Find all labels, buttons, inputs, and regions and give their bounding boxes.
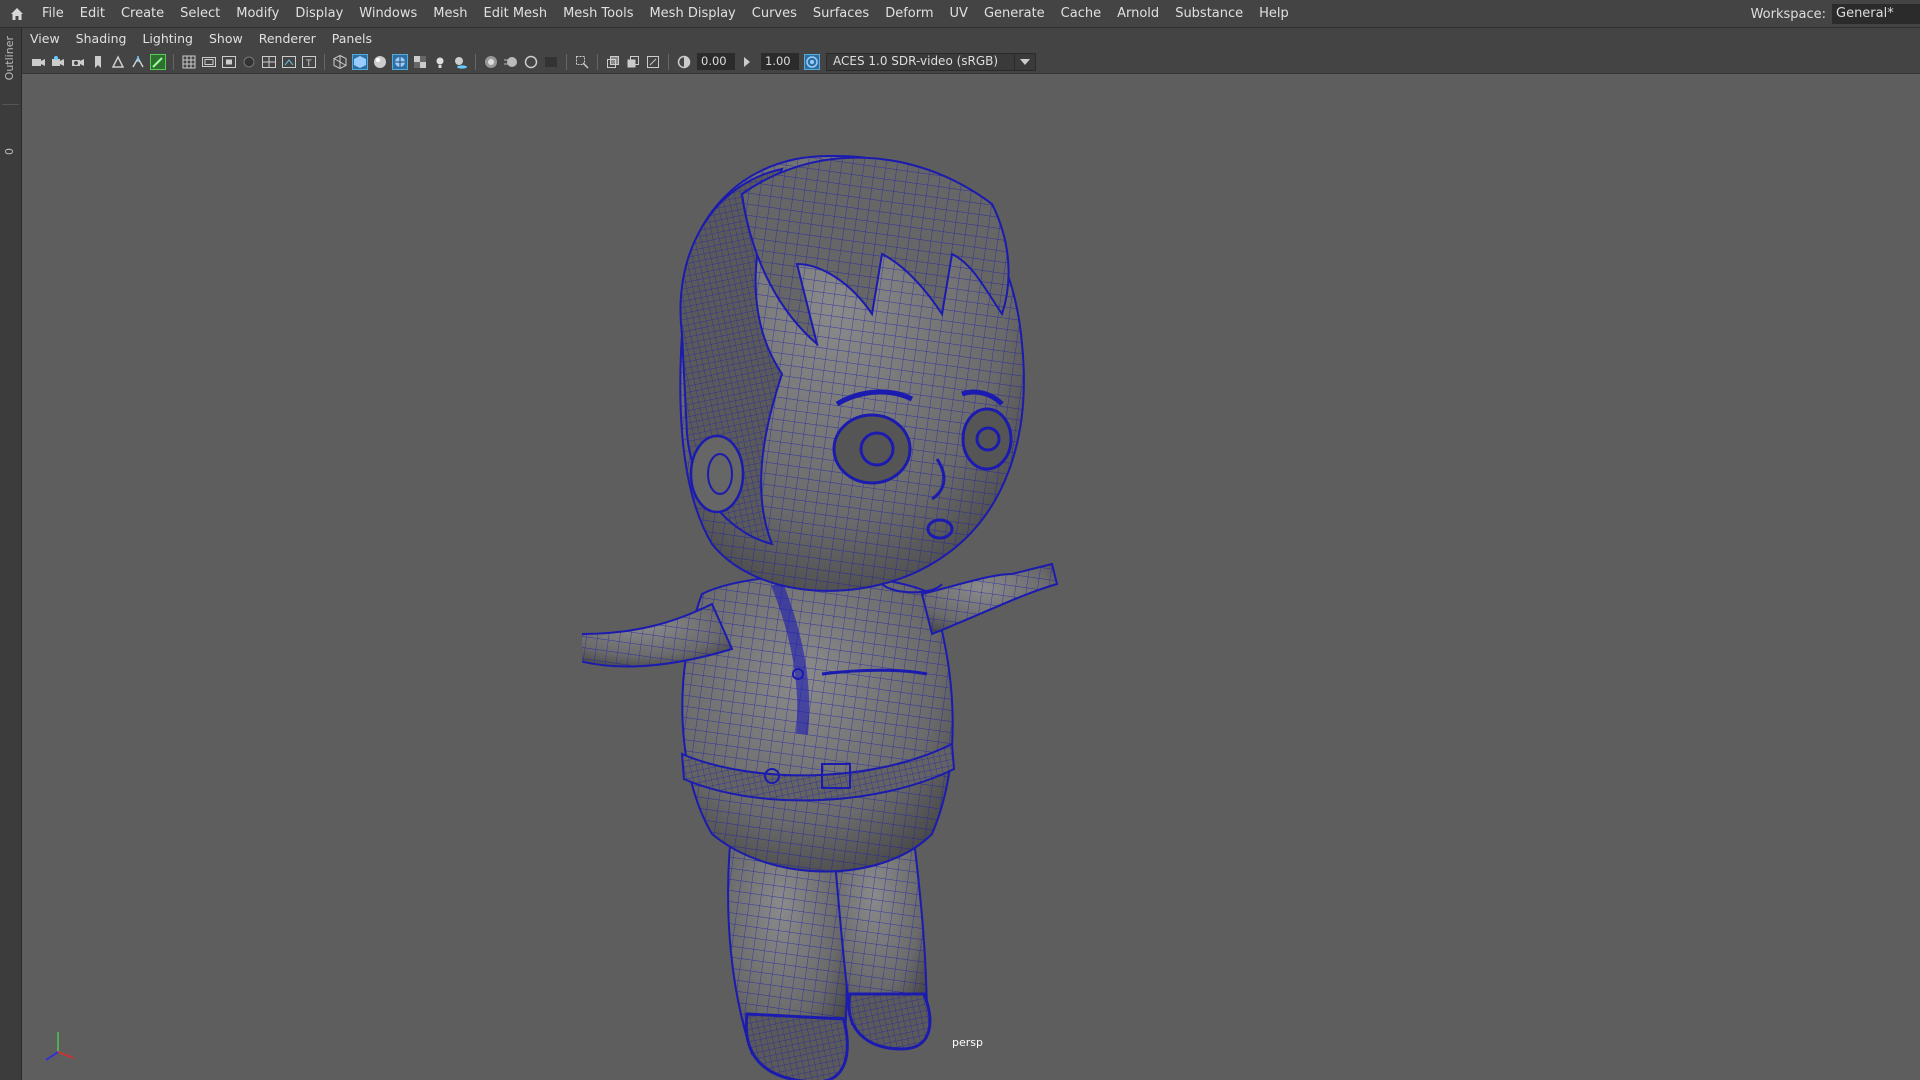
panel-menu-show[interactable]: Show [201, 28, 251, 50]
view-axis-icon [45, 1032, 75, 1061]
menu-surfaces[interactable]: Surfaces [805, 0, 877, 28]
home-icon [11, 7, 23, 20]
isolate-select-icon[interactable] [574, 54, 590, 70]
menu-create[interactable]: Create [113, 0, 172, 28]
toolbar-separator [173, 53, 174, 70]
perspective-viewport[interactable]: persp [22, 74, 1920, 1080]
gamma-icon[interactable] [740, 54, 756, 70]
menu-curves[interactable]: Curves [744, 0, 805, 28]
camera-icon[interactable] [30, 54, 46, 70]
svg-text:T: T [305, 59, 312, 69]
menu-uv[interactable]: UV [942, 0, 976, 28]
color-management-icon[interactable] [804, 53, 820, 70]
outliner-tab[interactable]: Outliner [3, 36, 16, 80]
toolbar-separator [597, 53, 598, 70]
outliner-strip: Outliner 0 [0, 28, 22, 1080]
depth-of-field-icon[interactable] [543, 54, 559, 70]
gate-mask-icon[interactable] [241, 54, 257, 70]
panel-menu-view[interactable]: View [22, 28, 68, 50]
menu-file[interactable]: File [34, 0, 72, 28]
menu-display[interactable]: Display [287, 0, 351, 28]
color-space-value: ACES 1.0 SDR-video (sRGB) [833, 54, 999, 68]
menu-help[interactable]: Help [1251, 0, 1297, 28]
chevron-down-icon [1014, 53, 1035, 70]
menu-arnold[interactable]: Arnold [1109, 0, 1167, 28]
exposure-icon[interactable] [676, 54, 692, 70]
workspace-dropdown[interactable]: General* [1832, 4, 1920, 24]
main-menu-bar: File Edit Create Select Modify Display W… [0, 0, 1920, 28]
menu-substance[interactable]: Substance [1167, 0, 1251, 28]
menu-mesh-tools[interactable]: Mesh Tools [555, 0, 641, 28]
ambient-occlusion-icon[interactable] [483, 54, 499, 70]
resolution-gate-icon[interactable] [221, 54, 237, 70]
menu-mesh[interactable]: Mesh [425, 0, 475, 28]
panel-menu-shading[interactable]: Shading [68, 28, 135, 50]
motion-blur-icon[interactable] [503, 54, 519, 70]
character-wireframe-model[interactable] [582, 114, 1242, 1080]
workspace-label: Workspace: [1750, 6, 1826, 22]
safe-action-icon[interactable] [281, 54, 297, 70]
toolbar-separator [566, 53, 567, 70]
panel-menu-bar: View Shading Lighting Show Renderer Pane… [22, 28, 1920, 50]
home-button[interactable] [0, 0, 34, 28]
camera-name-label: persp [952, 1036, 983, 1049]
toolbar-separator [475, 53, 476, 70]
wireframe-icon[interactable] [332, 54, 348, 70]
strip-index-label: 0 [3, 148, 16, 155]
menu-list: File Edit Create Select Modify Display W… [34, 0, 1297, 28]
lights-icon[interactable] [432, 54, 448, 70]
menu-cache[interactable]: Cache [1053, 0, 1109, 28]
workspace-selector: Workspace: General* [1751, 0, 1920, 28]
film-gate-icon[interactable] [201, 54, 217, 70]
menu-edit-mesh[interactable]: Edit Mesh [476, 0, 556, 28]
wireframe-on-shaded-icon[interactable] [392, 53, 408, 70]
grease-pencil-icon[interactable] [150, 53, 166, 70]
xray-joints-icon[interactable] [625, 54, 641, 70]
strip-divider [2, 104, 19, 105]
two-d-pan-zoom-icon[interactable] [130, 54, 146, 70]
menu-modify[interactable]: Modify [228, 0, 287, 28]
shadows-icon[interactable] [452, 54, 468, 70]
anti-aliasing-icon[interactable] [523, 54, 539, 70]
menu-generate[interactable]: Generate [976, 0, 1053, 28]
menu-deform[interactable]: Deform [877, 0, 941, 28]
menu-windows[interactable]: Windows [351, 0, 425, 28]
grid-icon[interactable] [181, 54, 197, 70]
safe-title-icon[interactable]: T [301, 54, 317, 70]
panel-menu-lighting[interactable]: Lighting [134, 28, 201, 50]
menu-mesh-display[interactable]: Mesh Display [641, 0, 743, 28]
image-plane-icon[interactable] [110, 54, 126, 70]
gamma-field[interactable]: 1.00 [761, 53, 799, 70]
xray-icon[interactable] [605, 54, 621, 70]
textured-icon[interactable] [412, 54, 428, 70]
color-space-dropdown[interactable]: ACES 1.0 SDR-video (sRGB) [826, 52, 1036, 71]
toolbar-separator [668, 53, 669, 70]
toolbar-separator [324, 53, 325, 70]
menu-edit[interactable]: Edit [72, 0, 113, 28]
backface-culling-icon[interactable] [645, 54, 661, 70]
bookmark-icon[interactable] [90, 54, 106, 70]
panel-menu-panels[interactable]: Panels [324, 28, 380, 50]
exposure-field[interactable]: 0.00 [697, 53, 735, 70]
camera-attributes-icon[interactable] [50, 54, 66, 70]
viewport-toolbar: T 0.00 1.00 ACES 1.0 SDR-video (sRGB) [22, 50, 1920, 74]
panel-menu-renderer[interactable]: Renderer [251, 28, 324, 50]
field-chart-icon[interactable] [261, 54, 277, 70]
menu-select[interactable]: Select [172, 0, 228, 28]
smooth-shade-icon[interactable] [352, 53, 368, 70]
default-material-icon[interactable] [372, 54, 388, 70]
camera-tools-icon[interactable] [70, 54, 86, 70]
